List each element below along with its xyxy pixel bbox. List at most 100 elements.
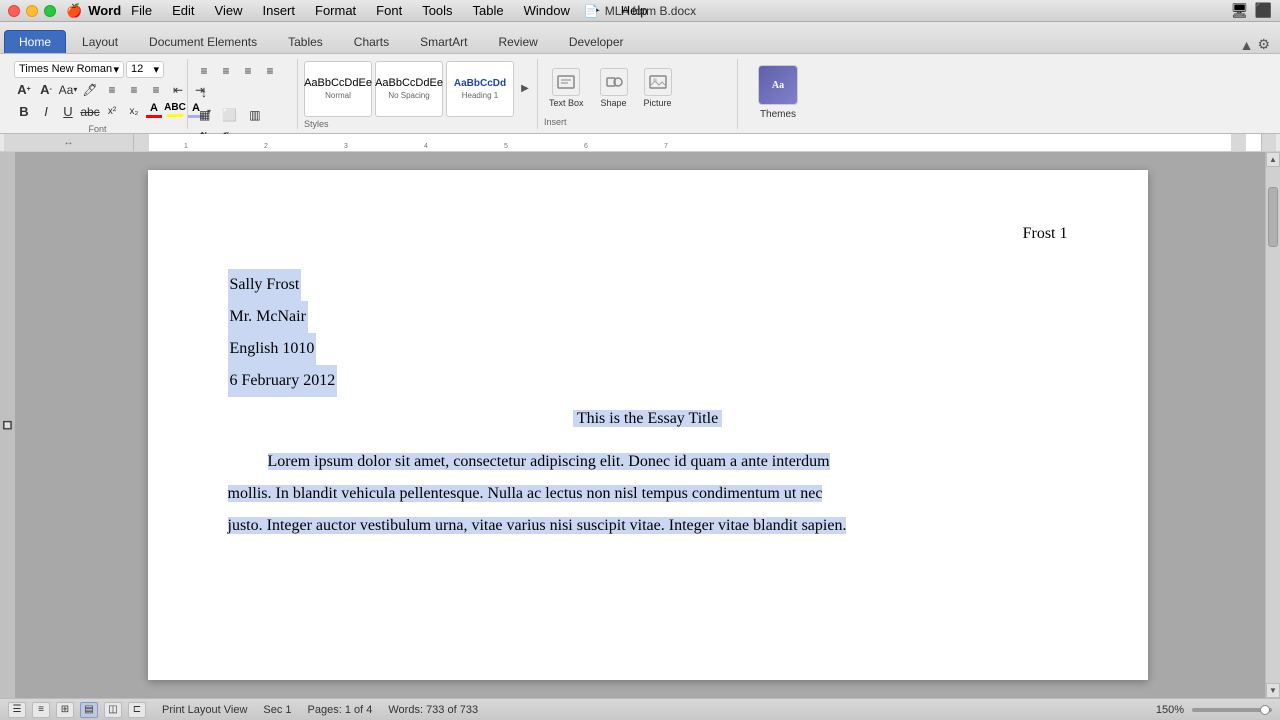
increase-font-button[interactable]: A+	[14, 80, 34, 100]
tab-charts[interactable]: Charts	[339, 30, 404, 53]
font-size-selector[interactable]: 12 ▾	[126, 61, 164, 78]
menu-table[interactable]: Table	[463, 2, 514, 19]
style-heading1[interactable]: AaBbCcDd Heading 1	[446, 61, 514, 117]
menu-view[interactable]: View	[205, 2, 253, 19]
page-header: Frost 1	[228, 220, 1068, 249]
list-multi-button[interactable]: ≡	[146, 80, 166, 100]
menu-format[interactable]: Format	[305, 2, 366, 19]
body-line-3: justo. Integer auctor vestibulum urna, v…	[228, 517, 847, 534]
align-right-button[interactable]: ≡	[238, 61, 258, 81]
columns-button[interactable]: ▥	[244, 105, 265, 125]
view-btn-2[interactable]: ≡	[32, 702, 50, 718]
app-name[interactable]: Word	[88, 3, 121, 18]
view-btn-3[interactable]: ⊞	[56, 702, 74, 718]
doc-title: MLA form B.docx	[605, 4, 696, 18]
list-bullets-button[interactable]: ≡	[102, 80, 122, 100]
zoom-thumb[interactable]	[1260, 705, 1270, 715]
body-line-2: mollis. In blandit vehicula pellentesque…	[228, 485, 823, 502]
content-area: 🔲 Frost 1 Sally Frost Mr. McNair	[0, 152, 1280, 698]
font-family-selector[interactable]: Times New Roman ▾	[14, 61, 124, 78]
view-btn-1[interactable]: ☰	[8, 702, 26, 718]
maximize-button[interactable]	[44, 5, 56, 17]
body-line-1: Lorem ipsum dolor sit amet, consectetur …	[268, 453, 830, 470]
line-spacing-button[interactable]: ↕	[194, 83, 214, 103]
indent-decrease-button[interactable]: ⇤	[168, 80, 188, 100]
statusbar-words: Words: 733 of 733	[388, 704, 478, 716]
strikethrough-button[interactable]: abc	[80, 102, 100, 122]
themes-group: Aa Themes	[738, 59, 818, 129]
tab-layout[interactable]: Layout	[67, 30, 133, 53]
tab-home[interactable]: Home	[4, 30, 66, 53]
essay-title-block[interactable]: This is the Essay Title	[228, 405, 1068, 434]
bold-button[interactable]: B	[14, 102, 34, 122]
style-normal[interactable]: AaBbCcDdEe Normal	[304, 61, 372, 117]
highlight-color-button[interactable]: ABC	[166, 103, 184, 121]
ribbon-settings-icon[interactable]: ⚙	[1257, 36, 1270, 53]
scroll-up-button[interactable]: ▲	[1266, 152, 1280, 167]
document-page[interactable]: Frost 1 Sally Frost Mr. McNair English 1…	[148, 170, 1148, 680]
tab-smartart[interactable]: SmartArt	[405, 30, 482, 53]
essay-title-text: This is the Essay Title	[573, 410, 722, 427]
subscript-button[interactable]: x₂	[124, 102, 144, 122]
ribbon-controls: ▲ ⚙	[1234, 36, 1276, 53]
menu-edit[interactable]: Edit	[162, 2, 204, 19]
picture-button[interactable]: Picture	[639, 65, 677, 111]
textbox-icon	[552, 68, 580, 96]
style-no-spacing[interactable]: AaBbCcDdEe No Spacing	[375, 61, 443, 117]
body-text-block[interactable]: Lorem ipsum dolor sit amet, consectetur …	[228, 446, 1068, 542]
styles-more-button[interactable]: ▶	[517, 61, 533, 117]
align-center-button[interactable]: ≡	[216, 61, 236, 81]
collapse-ribbon-button[interactable]: ▲	[1240, 37, 1254, 53]
scrollbar-track[interactable]	[1266, 167, 1280, 683]
view-btn-5[interactable]: ◫	[104, 702, 122, 718]
scroll-down-button[interactable]: ▼	[1266, 683, 1280, 698]
clear-format-button[interactable]: 🖊	[80, 80, 100, 100]
list-numbers-button[interactable]: ≡	[124, 80, 144, 100]
screen-icon: 🖥	[1231, 2, 1249, 19]
textbox-label: Text Box	[549, 98, 584, 108]
author-class: English 1010	[230, 340, 315, 357]
underline-button[interactable]: U	[58, 102, 78, 122]
decrease-font-button[interactable]: A-	[36, 80, 56, 100]
superscript-button[interactable]: x²	[102, 102, 122, 122]
font-size-label: 12	[131, 63, 143, 75]
ruler-left-area: ↔	[4, 134, 134, 151]
tab-developer[interactable]: Developer	[554, 30, 639, 53]
apple-menu[interactable]: 🍎	[66, 3, 82, 19]
align-left-button[interactable]: ≡	[194, 61, 214, 81]
author-block[interactable]: Sally Frost Mr. McNair English 1010 6 Fe…	[228, 269, 1068, 397]
minimize-button[interactable]	[26, 5, 38, 17]
close-button[interactable]	[8, 5, 20, 17]
ruler-mark-5: 5	[504, 143, 508, 150]
style-no-spacing-label: No Spacing	[388, 91, 429, 100]
textbox-button[interactable]: Text Box	[544, 65, 589, 111]
tab-document-elements[interactable]: Document Elements	[134, 30, 272, 53]
view-btn-4-active[interactable]: ▤	[80, 702, 98, 718]
menu-font[interactable]: Font	[366, 2, 412, 19]
tab-review[interactable]: Review	[483, 30, 552, 53]
themes-button[interactable]: Aa Themes	[758, 65, 798, 120]
styles-group: AaBbCcDdEe Normal AaBbCcDdEe No Spacing …	[298, 59, 538, 129]
zoom-slider[interactable]	[1192, 708, 1272, 712]
statusbar-view-buttons: ☰ ≡ ⊞ ▤ ◫ ⊏	[8, 702, 146, 718]
menu-tools[interactable]: Tools	[412, 2, 462, 19]
italic-button[interactable]: I	[36, 102, 56, 122]
shape-button[interactable]: Shape	[595, 65, 633, 111]
font-color-button[interactable]: A	[146, 103, 162, 121]
ruler-right-margin	[1231, 134, 1246, 151]
page-area[interactable]: Frost 1 Sally Frost Mr. McNair English 1…	[15, 152, 1280, 698]
border-button[interactable]: ▦	[194, 105, 215, 125]
menu-file[interactable]: File	[121, 2, 162, 19]
font-case-button[interactable]: Aa▾	[58, 80, 78, 100]
scrollbar-thumb[interactable]	[1268, 187, 1278, 247]
shape-icon	[600, 68, 628, 96]
view-btn-6[interactable]: ⊏	[128, 702, 146, 718]
align-justify-button[interactable]: ≡	[260, 61, 280, 81]
tab-tables[interactable]: Tables	[273, 30, 338, 53]
shading-button[interactable]: ⬜	[217, 105, 242, 125]
menu-insert[interactable]: Insert	[252, 2, 305, 19]
ruler-mark-7: 7	[664, 143, 668, 150]
menu-window[interactable]: Window	[514, 2, 580, 19]
themes-icon: Aa	[758, 65, 798, 105]
ruler-icon[interactable]: ↔	[64, 137, 74, 148]
